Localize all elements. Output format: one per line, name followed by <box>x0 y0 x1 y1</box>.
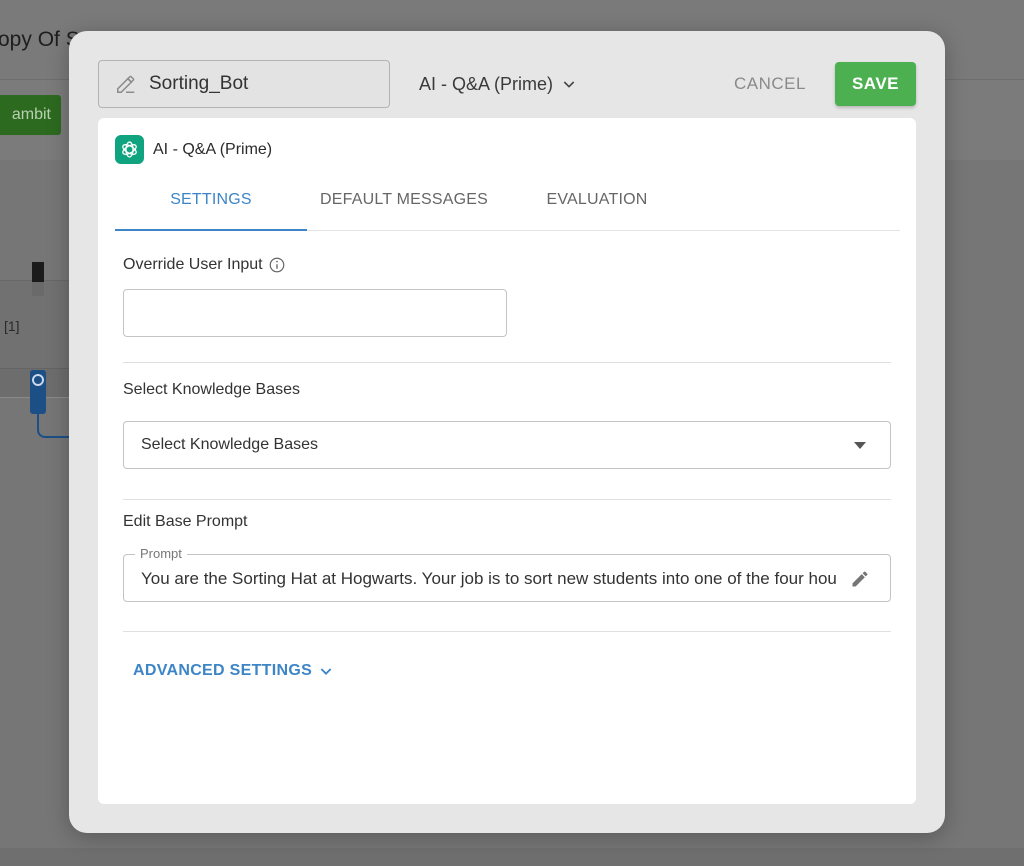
background-node-handle-lower <box>32 282 44 296</box>
tab-default-messages[interactable]: DEFAULT MESSAGES <box>307 178 501 231</box>
background-page-title: opy Of S <box>0 28 80 51</box>
background-node-label: [1] <box>4 318 20 334</box>
openai-logo-icon <box>115 135 144 164</box>
background-bottom-bar <box>0 848 1024 866</box>
override-user-input-label: Override User Input <box>123 256 286 274</box>
section-divider <box>123 499 891 500</box>
background-wire <box>37 414 71 438</box>
knowledge-bases-label: Select Knowledge Bases <box>123 381 300 398</box>
prompt-legend: Prompt <box>135 546 187 561</box>
advanced-settings-toggle[interactable]: ADVANCED SETTINGS <box>133 662 334 680</box>
background-gambit-button: ambit <box>0 95 61 135</box>
prompt-text: You are the Sorting Hat at Hogwarts. You… <box>141 569 836 588</box>
edit-icon[interactable] <box>850 569 870 589</box>
section-divider <box>123 362 891 363</box>
model-select-label: AI - Q&A (Prime) <box>419 73 554 94</box>
panel-title: AI - Q&A (Prime) <box>153 140 273 158</box>
model-select[interactable]: AI - Q&A (Prime) <box>419 69 577 99</box>
pencil-icon <box>117 75 135 93</box>
cancel-button[interactable]: CANCEL <box>724 69 816 99</box>
bot-name-field[interactable]: Sorting_Bot <box>98 60 390 108</box>
background-connector-dot <box>32 374 44 386</box>
prompt-field[interactable]: Prompt You are the Sorting Hat at Hogwar… <box>123 546 891 602</box>
info-icon[interactable] <box>268 256 286 274</box>
knowledge-bases-placeholder: Select Knowledge Bases <box>141 436 318 453</box>
override-label-text: Override User Input <box>123 256 263 273</box>
section-divider <box>123 631 891 632</box>
chevron-down-icon <box>320 668 332 675</box>
chevron-down-icon <box>563 81 575 88</box>
panel-header: AI - Q&A (Prime) <box>115 135 272 164</box>
settings-panel: AI - Q&A (Prime) SETTINGS DEFAULT MESSAG… <box>98 118 916 804</box>
save-button[interactable]: SAVE <box>835 62 916 106</box>
advanced-settings-label: ADVANCED SETTINGS <box>133 662 313 679</box>
knowledge-bases-select[interactable]: Select Knowledge Bases <box>123 421 891 469</box>
dropdown-arrow-icon <box>854 442 866 449</box>
bot-name-value: Sorting_Bot <box>149 73 249 94</box>
tab-bar: SETTINGS DEFAULT MESSAGES EVALUATION <box>115 178 900 231</box>
bot-settings-modal: Sorting_Bot AI - Q&A (Prime) CANCEL SAVE… <box>69 31 945 833</box>
tab-settings[interactable]: SETTINGS <box>115 178 307 231</box>
background-node-handle <box>32 262 44 282</box>
edit-base-prompt-label: Edit Base Prompt <box>123 513 248 530</box>
override-user-input-field[interactable] <box>123 289 507 337</box>
tab-evaluation[interactable]: EVALUATION <box>501 178 693 231</box>
